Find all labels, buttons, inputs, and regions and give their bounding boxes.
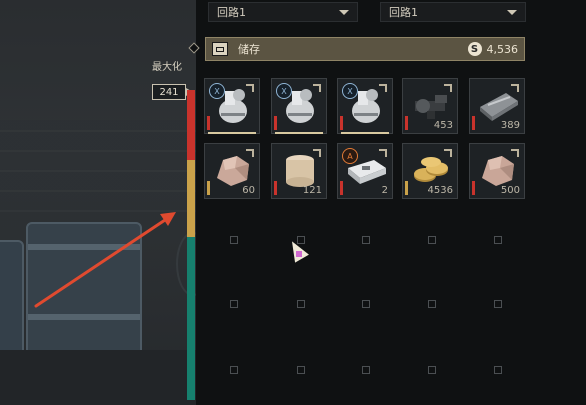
annotation-arrow — [34, 212, 176, 308]
